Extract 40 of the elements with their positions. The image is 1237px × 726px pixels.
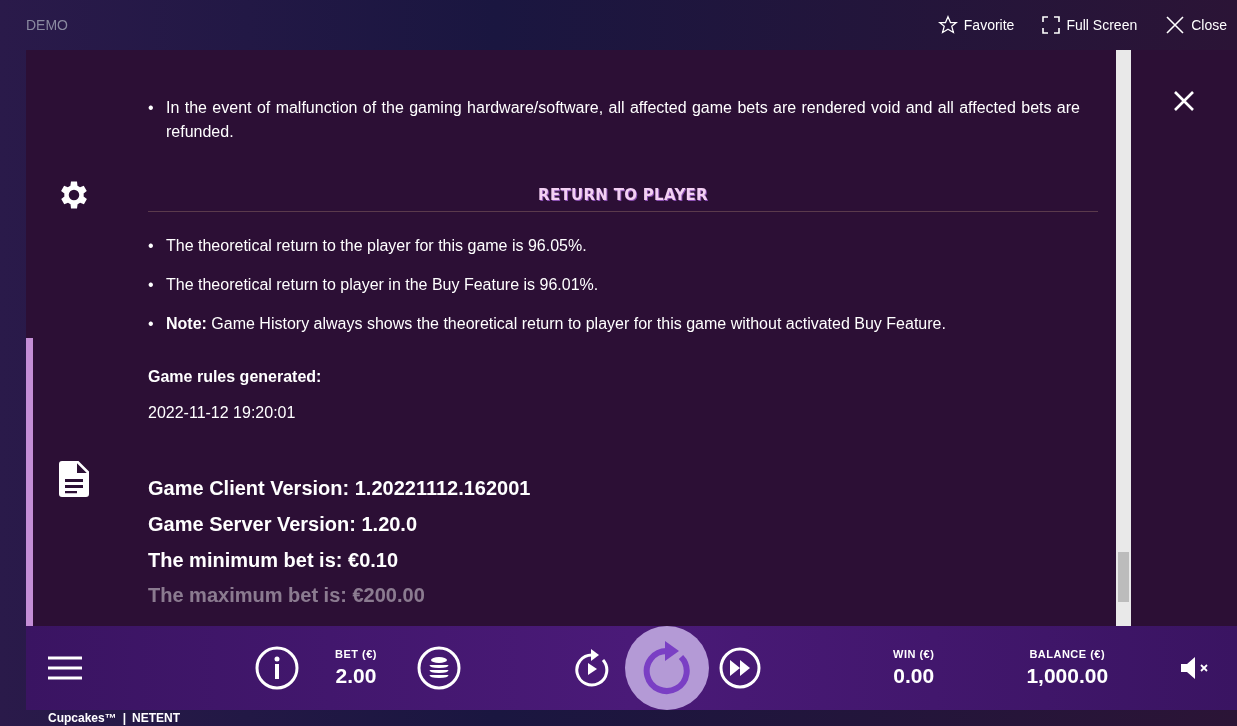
top-bar-button[interactable]: Full Screen xyxy=(1042,15,1138,35)
section-heading: RETURN TO PLAYER xyxy=(537,186,709,204)
rule-text: In the event of malfunction of the gaming hardware/software, all affected game bets are rendered void and all affected bets are refunded. xyxy=(166,98,1080,142)
document-icon[interactable] xyxy=(59,461,89,497)
close-icon[interactable] xyxy=(1173,90,1195,112)
top-bar-button[interactable]: Close xyxy=(1165,15,1227,35)
autoplay-icon[interactable] xyxy=(573,648,611,688)
separator: | xyxy=(122,711,127,725)
bullet-marker: • xyxy=(148,314,155,334)
brand-name: NETENT xyxy=(132,711,181,725)
spin-icon xyxy=(641,641,693,695)
balance-value: 1,000.00 xyxy=(1026,664,1109,688)
rule-text: Note: Game History always shows the theoretical return to player for this game without activated Buy Feature. xyxy=(166,314,947,334)
scrollbar[interactable] xyxy=(1116,50,1131,626)
rule-text: The theoretical return to the player for this game is 96.05%. xyxy=(166,236,588,256)
bet-value: 2.00 xyxy=(335,664,377,688)
version-text: Game Client Version: 1.20221112.162001 xyxy=(148,476,532,501)
version-text: Game Server Version: 1.20.0 xyxy=(148,512,419,537)
fast-forward-icon[interactable] xyxy=(719,647,761,689)
bullet-marker: • xyxy=(148,275,155,295)
menu-icon[interactable] xyxy=(48,656,82,680)
info-icon[interactable] xyxy=(255,646,299,690)
generated-label: Game rules generated: xyxy=(148,368,323,386)
win-value: 0.00 xyxy=(893,664,935,688)
demo-label: DEMO xyxy=(26,17,68,33)
game-title: Cupcakes™ xyxy=(48,711,117,725)
generated-date: 2022-11-12 19:20:01 xyxy=(148,404,297,422)
version-text: The maximum bet is: €200.00 xyxy=(148,583,426,608)
win-label: WIN (€) xyxy=(893,648,935,660)
rule-text: The theoretical return to player in the Buy Feature is 96.01%. xyxy=(166,275,600,295)
bet-label: BET (€) xyxy=(335,648,377,660)
bullet-marker: • xyxy=(148,98,155,118)
close-icon xyxy=(1165,15,1186,35)
balance-label: BALANCE (€) xyxy=(1029,648,1106,660)
fullscreen-icon xyxy=(1042,16,1061,34)
coin-stack-icon[interactable] xyxy=(417,646,461,690)
version-text: The minimum bet is: €0.10 xyxy=(148,548,400,573)
star-icon xyxy=(937,15,958,35)
top-bar-button[interactable]: Favorite xyxy=(937,15,1015,35)
bullet-marker: • xyxy=(148,236,155,256)
